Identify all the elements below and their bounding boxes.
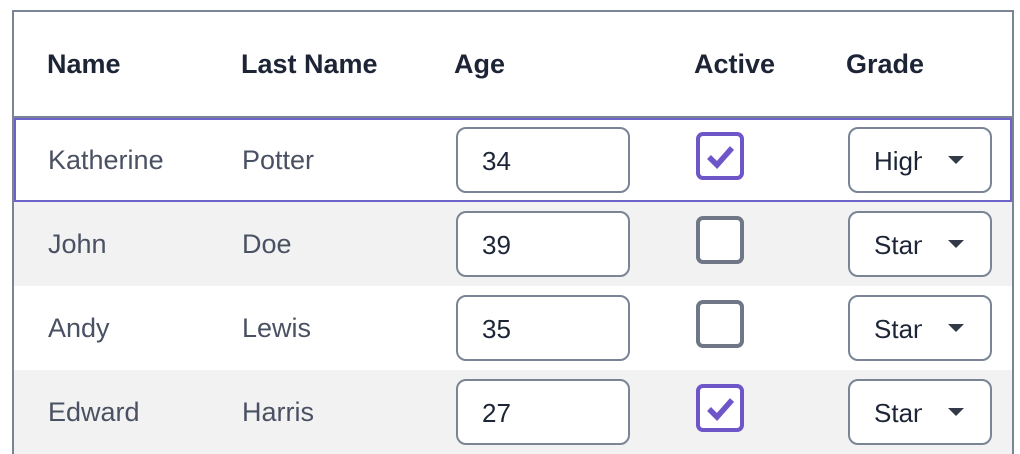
age-input[interactable]: 27 <box>456 379 630 445</box>
grid-header: Name Last Name Age Active Grade <box>14 12 1012 118</box>
last-name-cell: Lewis <box>242 313 312 343</box>
age-input[interactable]: 35 <box>456 295 630 361</box>
last-name-cell: Doe <box>242 229 292 259</box>
caret-down-icon <box>948 240 964 248</box>
last-name-cell: Potter <box>242 145 315 175</box>
column-header-grade[interactable]: Grade <box>846 12 924 116</box>
data-grid: Name Last Name Age Active Grade Katherin… <box>12 10 1014 454</box>
first-name-cell: John <box>48 229 107 259</box>
grade-select[interactable]: Standard <box>848 295 992 361</box>
active-checkbox[interactable] <box>696 132 744 180</box>
active-checkbox[interactable] <box>696 216 744 264</box>
checkmark-icon <box>707 146 735 170</box>
first-name-cell: Katherine <box>48 145 164 175</box>
column-header-last-name[interactable]: Last Name <box>241 12 378 116</box>
column-header-name[interactable]: Name <box>47 12 121 116</box>
grade-select[interactable]: Standard <box>848 379 992 445</box>
grade-select[interactable]: Standard <box>848 211 992 277</box>
grade-select-value: Standard <box>874 314 922 344</box>
first-name-cell: Andy <box>48 313 110 343</box>
last-name-cell: Harris <box>242 397 314 427</box>
column-header-active[interactable]: Active <box>694 12 775 116</box>
active-checkbox[interactable] <box>696 300 744 348</box>
age-input[interactable]: 34 <box>456 127 630 193</box>
caret-down-icon <box>948 156 964 164</box>
column-header-age[interactable]: Age <box>454 12 505 116</box>
table-row[interactable]: John Doe 39 Standard <box>14 202 1012 286</box>
table-row[interactable]: Katherine Potter 34 High <box>14 118 1012 202</box>
first-name-cell: Edward <box>48 397 140 427</box>
table-row[interactable]: Edward Harris 27 Standard <box>14 370 1012 454</box>
table-row[interactable]: Andy Lewis 35 Standard <box>14 286 1012 370</box>
checkmark-icon <box>707 398 735 422</box>
grade-select[interactable]: High <box>848 127 992 193</box>
caret-down-icon <box>948 324 964 332</box>
caret-down-icon <box>948 408 964 416</box>
grade-select-value: Standard <box>874 398 922 428</box>
age-input[interactable]: 39 <box>456 211 630 277</box>
grade-select-value: Standard <box>874 230 922 260</box>
grade-select-value: High <box>874 146 922 176</box>
active-checkbox[interactable] <box>696 384 744 432</box>
